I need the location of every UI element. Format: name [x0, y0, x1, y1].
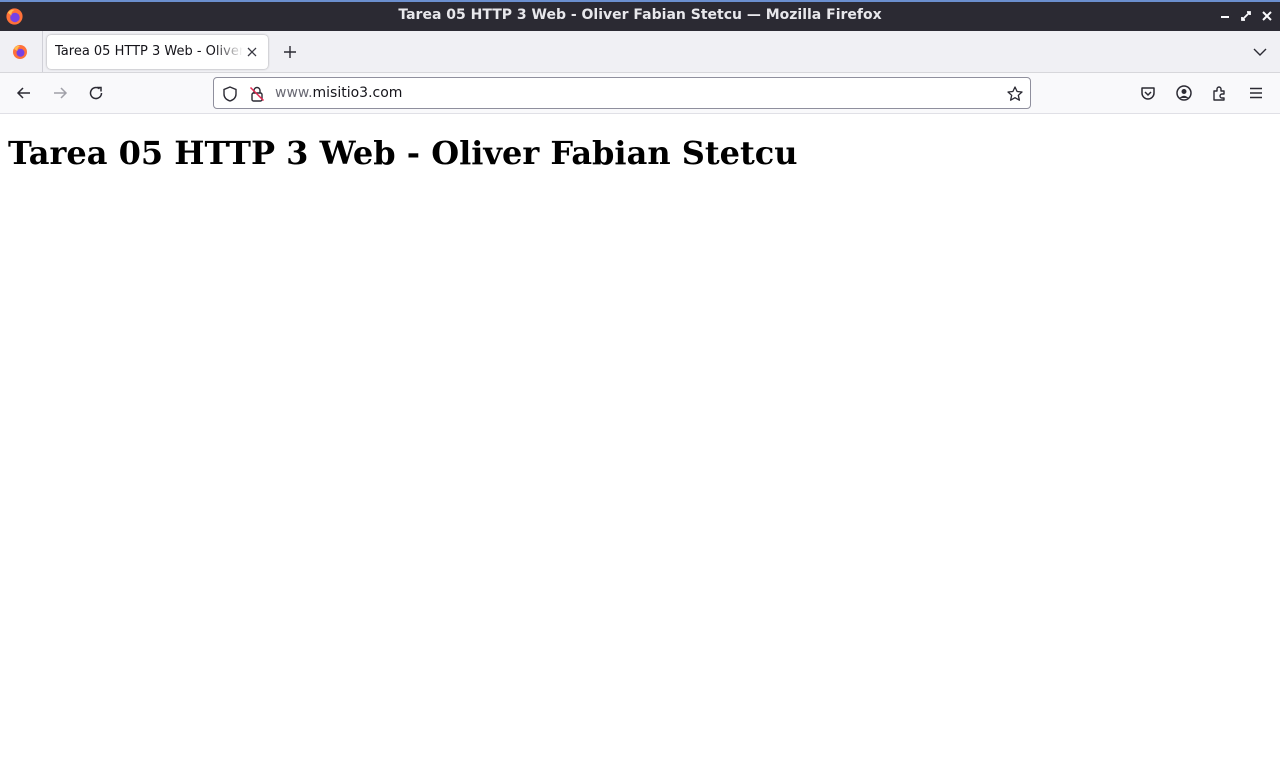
page-content: Tarea 05 HTTP 3 Web - Oliver Fabian Stet…: [0, 114, 1280, 769]
url-prefix: www.: [275, 85, 313, 101]
insecure-lock-icon[interactable]: [248, 85, 266, 103]
back-icon[interactable]: [14, 83, 34, 103]
list-all-tabs-icon[interactable]: [1251, 43, 1269, 61]
extensions-icon[interactable]: [1210, 83, 1230, 103]
tab-separator: [42, 31, 43, 72]
firefox-view-icon[interactable]: [10, 42, 30, 62]
maximize-icon[interactable]: [1238, 8, 1254, 24]
navigation-toolbar: www.misitio3.com: [0, 73, 1280, 114]
minimize-icon[interactable]: [1217, 8, 1233, 24]
url-domain: misitio3.com: [312, 85, 403, 101]
page-heading: Tarea 05 HTTP 3 Web - Oliver Fabian Stet…: [8, 134, 798, 172]
bookmark-star-icon[interactable]: [1006, 85, 1024, 103]
reload-icon[interactable]: [86, 83, 106, 103]
tab-bar: Tarea 05 HTTP 3 Web - Oliver Fabian Stet…: [0, 31, 1280, 73]
tab-close-icon[interactable]: [244, 44, 260, 60]
window-title: Tarea 05 HTTP 3 Web - Oliver Fabian Stet…: [398, 7, 882, 23]
window-titlebar: Tarea 05 HTTP 3 Web - Oliver Fabian Stet…: [0, 0, 1280, 31]
url-bar[interactable]: www.misitio3.com: [213, 77, 1031, 109]
tab-active[interactable]: Tarea 05 HTTP 3 Web - Oliver Fabian Stet…: [47, 35, 268, 69]
forward-icon[interactable]: [50, 83, 70, 103]
close-window-icon[interactable]: [1259, 8, 1275, 24]
url-text[interactable]: www.misitio3.com: [275, 85, 402, 101]
tab-title: Tarea 05 HTTP 3 Web - Oliver Fabian Stet…: [55, 44, 243, 59]
account-icon[interactable]: [1174, 83, 1194, 103]
pocket-icon[interactable]: [1138, 83, 1158, 103]
new-tab-icon[interactable]: [281, 43, 299, 61]
shield-icon[interactable]: [221, 85, 239, 103]
menu-icon[interactable]: [1246, 83, 1266, 103]
